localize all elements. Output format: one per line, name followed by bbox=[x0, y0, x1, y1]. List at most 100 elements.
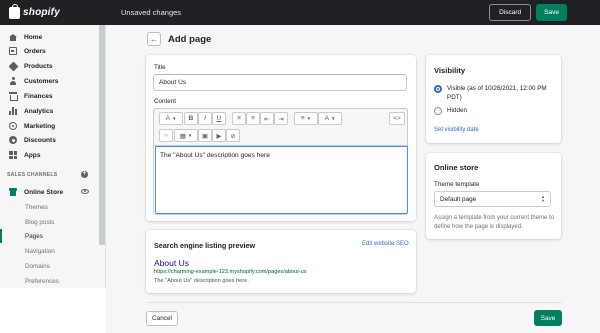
visible-radio-label: Visible (as of 10/26/2021, 12:00 PM PDT) bbox=[447, 85, 547, 101]
numbered-list-icon: ≡ bbox=[251, 115, 255, 122]
rich-text-editor: A ▼ B I U ≡ ≡ ⇤ ⇥ ≡ ▼ A ▼ <> ∞ ▦ ▼ ▣ ▶ ⊘… bbox=[153, 108, 408, 215]
editor-toolbar: A ▼ B I U ≡ ≡ ⇤ ⇥ ≡ ▼ A ▼ <> ∞ ▦ ▼ ▣ ▶ ⊘ bbox=[154, 109, 407, 146]
numbered-list-button[interactable]: ≡ bbox=[246, 112, 260, 125]
sidebar-subitem-domains[interactable]: Domains bbox=[0, 259, 99, 273]
bulleted-list-button[interactable]: ≡ bbox=[232, 112, 246, 125]
back-button[interactable]: ← bbox=[147, 32, 161, 46]
apps-grid-icon bbox=[9, 151, 17, 159]
arrow-left-icon: ← bbox=[150, 34, 158, 44]
unsaved-changes-label: Unsaved changes bbox=[121, 8, 182, 17]
text-color-icon: A bbox=[324, 115, 329, 122]
footer-divider bbox=[146, 302, 562, 303]
seo-page-title: About Us bbox=[154, 258, 189, 268]
person-icon bbox=[9, 77, 17, 85]
sidebar-scrollbar[interactable] bbox=[99, 25, 105, 245]
save-button-top[interactable]: Save bbox=[536, 4, 567, 21]
select-arrows-icon: ▲ ▼ bbox=[541, 194, 545, 203]
insert-video-button[interactable]: ▶ bbox=[212, 129, 226, 142]
sidebar-item-label: Customers bbox=[24, 77, 59, 85]
sidebar-item-orders[interactable]: Orders bbox=[0, 44, 99, 58]
hidden-radio-label: Hidden bbox=[447, 107, 467, 114]
editor-content-area[interactable]: The "About Us" description goes here bbox=[155, 146, 408, 214]
theme-template-label: Theme template bbox=[434, 181, 480, 188]
underline-button[interactable]: U bbox=[212, 112, 226, 125]
bank-icon bbox=[9, 92, 18, 101]
insert-image-button[interactable]: ▣ bbox=[198, 129, 212, 142]
sidebar-item-discounts[interactable]: Discounts bbox=[0, 133, 99, 147]
sidebar-subitem-label: Pages bbox=[25, 232, 43, 240]
sidebar-subitem-blog-posts[interactable]: Blog posts bbox=[0, 215, 99, 229]
top-bar: shopify Unsaved changes Discard Save bbox=[0, 0, 600, 25]
link-button[interactable]: ∞ bbox=[159, 129, 173, 142]
gear-icon bbox=[9, 136, 17, 144]
show-html-button[interactable]: <> bbox=[389, 112, 405, 125]
orders-icon bbox=[9, 47, 17, 55]
underline-icon: U bbox=[216, 115, 222, 122]
sidebar-subitem-navigation[interactable]: Navigation bbox=[0, 244, 99, 258]
clear-formatting-button[interactable]: ⊘ bbox=[226, 129, 240, 142]
link-icon: ∞ bbox=[163, 132, 169, 139]
sidebar-item-label: Discounts bbox=[24, 136, 56, 144]
italic-button[interactable]: I bbox=[198, 112, 212, 125]
chevron-down-icon: ▼ bbox=[330, 116, 336, 121]
outdent-button[interactable]: ⇤ bbox=[260, 112, 274, 125]
seo-preview-heading: Search engine listing preview bbox=[154, 241, 256, 250]
text-color-dropdown[interactable]: A ▼ bbox=[318, 112, 342, 125]
sidebar-item-marketing[interactable]: Marketing bbox=[0, 119, 99, 133]
bulleted-list-icon: ≡ bbox=[237, 115, 241, 122]
seo-url: https://charming-example-123.myshopify.c… bbox=[154, 269, 307, 275]
sidebar-item-analytics[interactable]: Analytics bbox=[0, 104, 99, 118]
bar-chart-icon bbox=[9, 107, 17, 115]
sidebar-item-finances[interactable]: Finances bbox=[0, 89, 99, 103]
shopify-logo[interactable]: shopify bbox=[0, 3, 106, 19]
visible-radio[interactable] bbox=[434, 85, 442, 93]
bold-button[interactable]: B bbox=[184, 112, 198, 125]
blank-area bbox=[0, 288, 106, 333]
active-indicator bbox=[0, 229, 2, 243]
cancel-button[interactable]: Cancel bbox=[146, 311, 178, 326]
table-dropdown[interactable]: ▦ ▼ bbox=[174, 129, 198, 142]
tag-icon bbox=[8, 61, 18, 71]
title-input[interactable] bbox=[153, 74, 407, 91]
save-button[interactable]: Save bbox=[534, 310, 562, 326]
sidebar-item-label: Finances bbox=[24, 92, 53, 100]
target-icon bbox=[9, 122, 17, 130]
sales-channels-heading: SALES CHANNELS bbox=[7, 172, 58, 178]
sidebar-subitem-pages[interactable]: Pages bbox=[0, 229, 99, 243]
theme-template-select[interactable]: Default page ▲ ▼ bbox=[434, 191, 551, 207]
view-store-eye-icon[interactable] bbox=[81, 189, 89, 194]
logo-text: shopify bbox=[23, 7, 60, 18]
online-store-heading: Online store bbox=[434, 163, 479, 172]
italic-icon: I bbox=[204, 115, 206, 122]
sidebar-item-label: Products bbox=[24, 62, 53, 70]
sidebar-item-customers[interactable]: Customers bbox=[0, 74, 99, 88]
video-icon: ▶ bbox=[216, 132, 222, 140]
align-dropdown[interactable]: ≡ ▼ bbox=[294, 112, 318, 125]
font-icon: A bbox=[165, 115, 170, 122]
theme-template-help: Assign a template from your current them… bbox=[434, 215, 555, 230]
indent-button[interactable]: ⇥ bbox=[274, 112, 288, 125]
sidebar-item-apps[interactable]: Apps bbox=[0, 148, 99, 162]
sidebar-subitem-preferences[interactable]: Preferences bbox=[0, 274, 99, 288]
theme-template-value: Default page bbox=[440, 195, 477, 203]
edit-website-seo-link[interactable]: Edit website SEO bbox=[362, 241, 409, 247]
hidden-radio[interactable] bbox=[434, 107, 442, 115]
sidebar-item-label: Orders bbox=[24, 47, 46, 55]
sidebar-item-label: Apps bbox=[24, 151, 41, 159]
block-icon: ⊘ bbox=[230, 132, 236, 140]
add-sales-channel-icon[interactable]: + bbox=[81, 171, 88, 178]
font-dropdown[interactable]: A ▼ bbox=[159, 112, 183, 125]
show-html-icon: <> bbox=[393, 115, 401, 122]
sidebar-item-products[interactable]: Products bbox=[0, 59, 99, 73]
indent-icon: ⇥ bbox=[278, 115, 284, 123]
discard-button[interactable]: Discard bbox=[489, 4, 532, 21]
set-visibility-date-link[interactable]: Set visibility date bbox=[434, 127, 479, 133]
chevron-down-icon: ▼ bbox=[171, 116, 177, 121]
sidebar-item-label: Marketing bbox=[24, 122, 56, 130]
home-icon bbox=[9, 33, 17, 41]
align-icon: ≡ bbox=[300, 115, 305, 122]
sidebar-item-home[interactable]: Home bbox=[0, 30, 99, 44]
store-icon bbox=[9, 188, 17, 196]
table-icon: ▦ bbox=[179, 132, 186, 140]
sidebar-subitem-themes[interactable]: Themes bbox=[0, 200, 99, 214]
